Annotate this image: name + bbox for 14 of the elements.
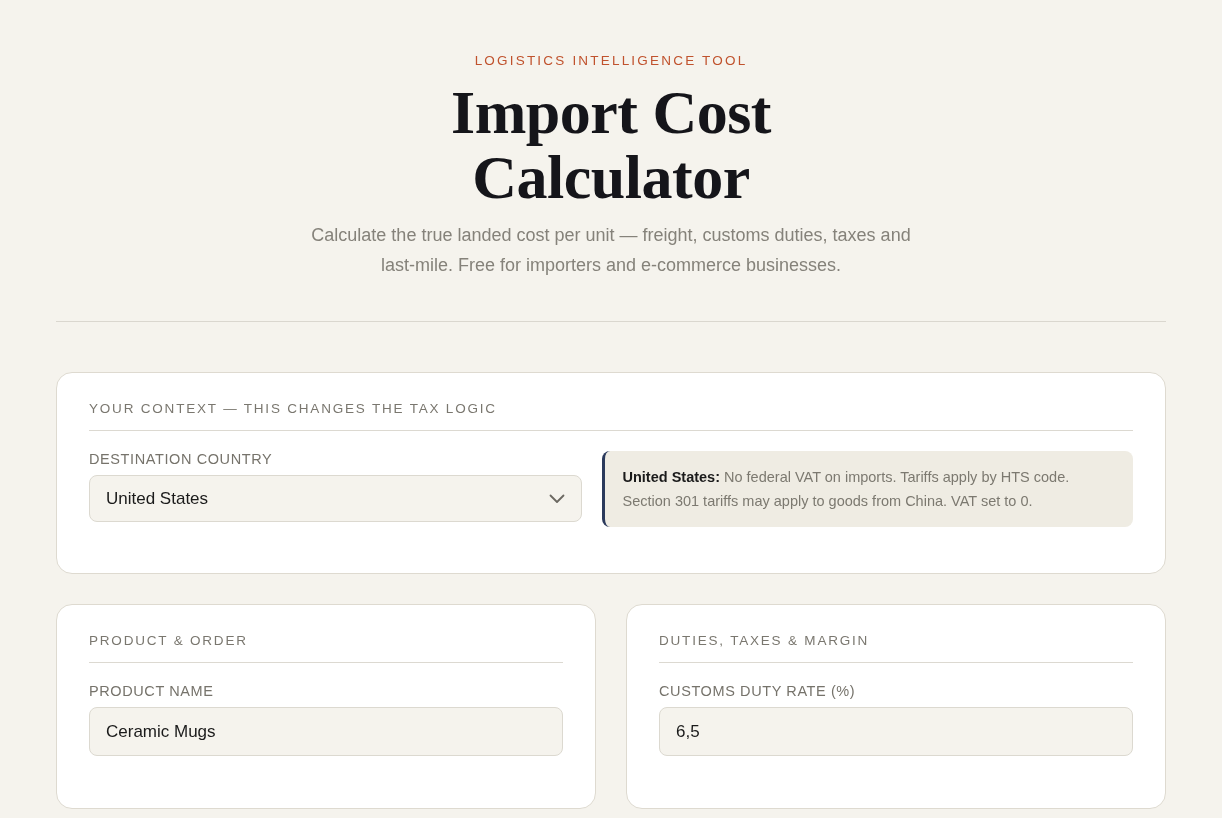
field-label: DESTINATION COUNTRY (89, 451, 274, 467)
info-note: United States: No federal VAT on imports. Tariffs apply by HTS code. Section 301 tariffs may apply to goods from China. VAT set to 0. (601, 451, 1133, 527)
section-heading: PRODUCT & ORDER (89, 629, 563, 663)
field-label: PRODUCT NAME (89, 683, 215, 699)
section-heading: YOUR CONTEXT — THIS CHANGES THE TAX LOGIC (89, 397, 1133, 431)
page-subtitle: Calculate the true landed cost per unit — freight, customs duties, taxes and last-mile. Free for importers and e-commerce businesses. (311, 224, 911, 277)
field-label: CUSTOMS DUTY RATE (%) (659, 683, 857, 699)
input-field[interactable]: 6,5 (659, 707, 1133, 756)
input-field[interactable]: Ceramic Mugs (89, 707, 563, 756)
page-title: Import Cost Calculator (450, 80, 772, 210)
eyebrow-label: LOGISTICS INTELLIGENCE TOOL (474, 52, 748, 70)
country-select[interactable]: United States (89, 475, 582, 522)
section-heading: DUTIES, TAXES & MARGIN (659, 629, 1133, 663)
chevron-down-icon (548, 493, 565, 504)
